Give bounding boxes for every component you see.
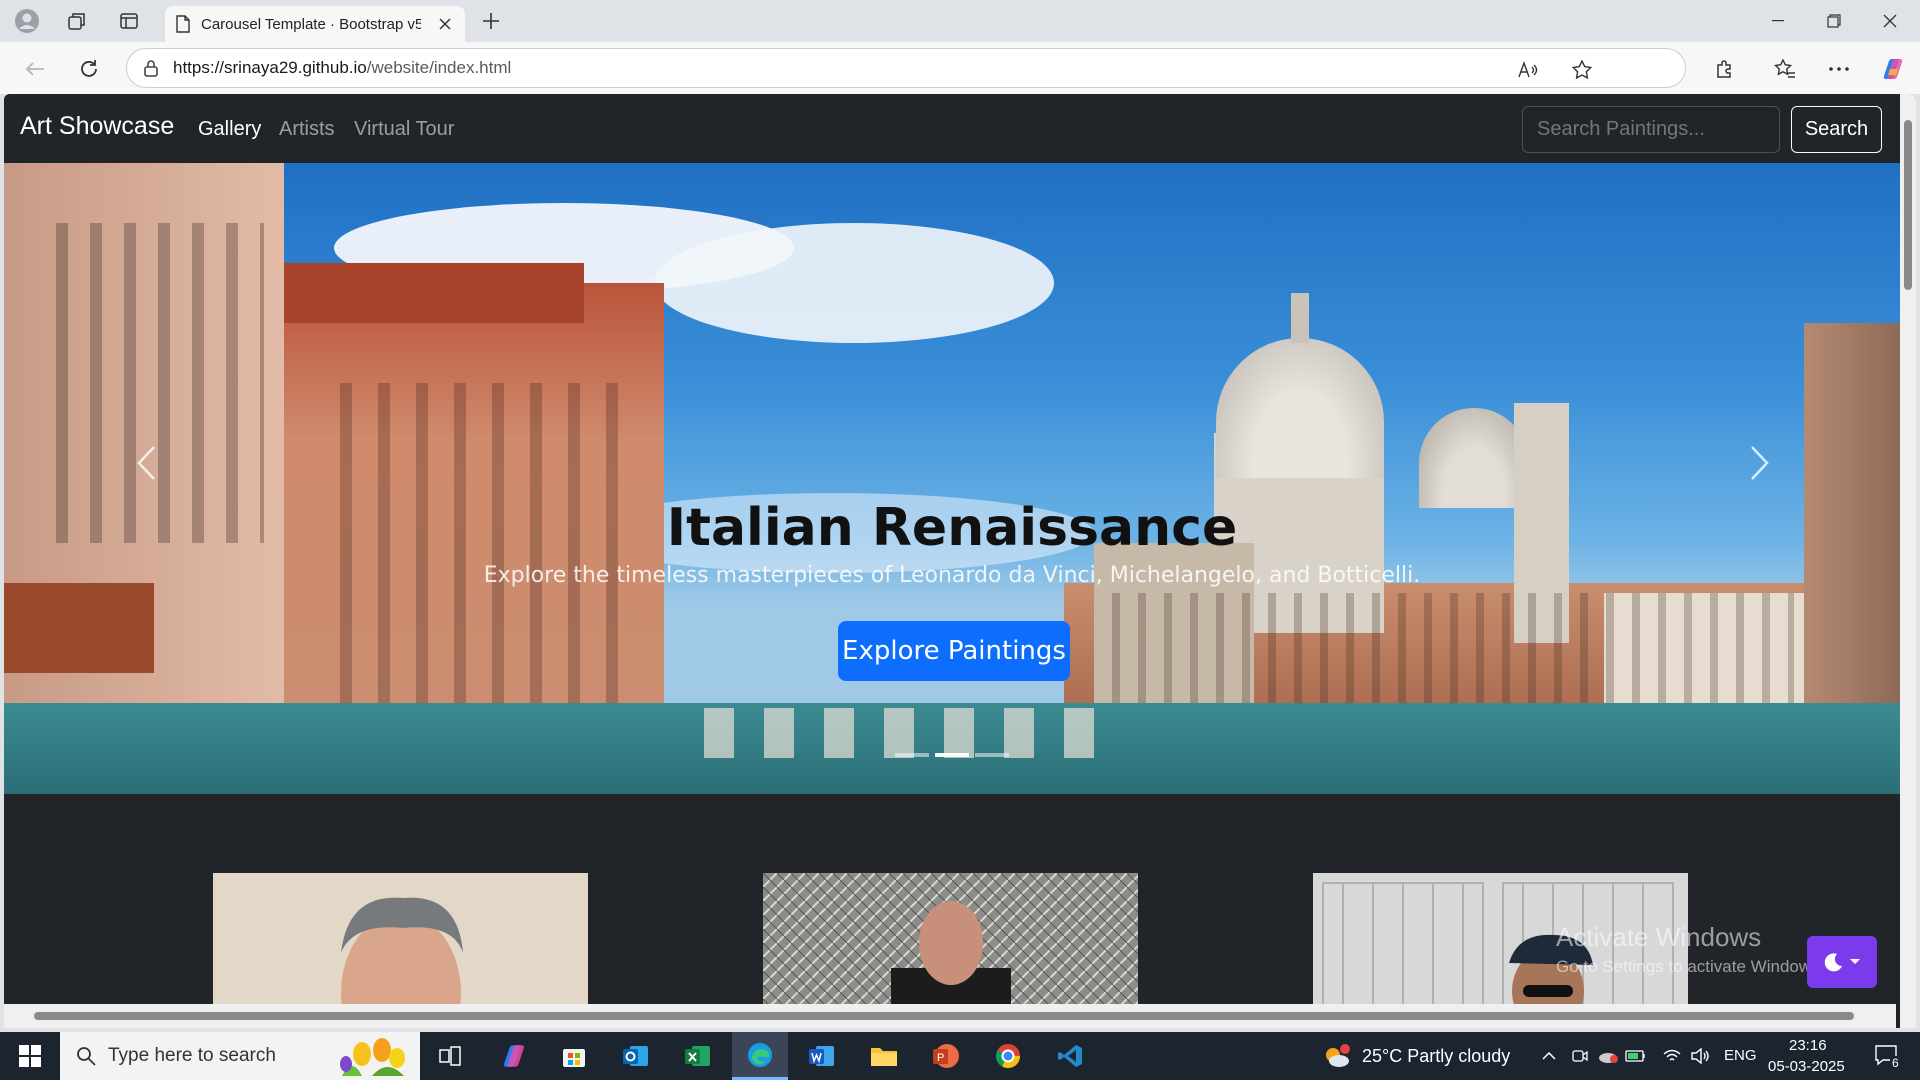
clock-time[interactable]: 23:16 xyxy=(1789,1037,1827,1054)
extensions-icon[interactable] xyxy=(1710,54,1740,84)
dome-shape xyxy=(1419,408,1529,508)
nav-link-artists[interactable]: Artists xyxy=(279,118,335,141)
search-button[interactable]: Search xyxy=(1791,106,1882,153)
wifi-icon[interactable] xyxy=(1658,1032,1686,1080)
clock-date[interactable]: 05-03-2025 xyxy=(1768,1058,1845,1075)
excel-icon[interactable] xyxy=(670,1032,726,1080)
profile-icon[interactable] xyxy=(12,6,42,36)
page-icon xyxy=(176,15,190,33)
favorites-icon[interactable] xyxy=(1770,54,1800,84)
weather-icon[interactable] xyxy=(1316,1032,1356,1080)
language-indicator[interactable]: ENG xyxy=(1724,1047,1757,1064)
nav-link-gallery[interactable]: Gallery xyxy=(198,118,261,141)
browser-tab[interactable]: Carousel Template · Bootstrap v5. xyxy=(165,6,465,42)
url-field[interactable]: https://srinaya29.github.io/website/inde… xyxy=(126,48,1686,88)
carousel-subtitle: Explore the timeless masterpieces of Leo… xyxy=(483,563,1421,588)
search-icon xyxy=(77,1047,96,1066)
outlook-icon[interactable] xyxy=(608,1032,664,1080)
lantern-shape xyxy=(1291,293,1309,343)
workspaces-icon[interactable] xyxy=(62,6,92,36)
more-options-icon[interactable] xyxy=(1824,54,1854,84)
url-text: https://srinaya29.github.io/website/inde… xyxy=(173,58,512,77)
search-paintings-input[interactable] xyxy=(1522,106,1780,153)
notifications-icon[interactable]: 6 xyxy=(1864,1032,1910,1080)
carousel-prev-icon[interactable] xyxy=(116,433,176,493)
carousel-indicator[interactable] xyxy=(975,753,1009,757)
volume-icon[interactable] xyxy=(1686,1032,1714,1080)
explore-paintings-button[interactable]: Explore Paintings xyxy=(838,621,1070,681)
activate-windows-watermark: Activate Windows Go to Settings to activ… xyxy=(1556,922,1824,977)
windows-pattern xyxy=(34,223,264,543)
brand-link[interactable]: Art Showcase xyxy=(20,112,174,141)
read-aloud-icon[interactable] xyxy=(1513,55,1543,85)
windows-pattern xyxy=(1094,593,1794,703)
carousel-indicators xyxy=(4,753,1900,757)
horizontal-scroll-thumb[interactable] xyxy=(34,1012,1854,1020)
show-hidden-icons[interactable] xyxy=(1534,1032,1564,1080)
windows-taskbar: Type here to search P 25°C Partly cloudy xyxy=(0,1032,1920,1080)
chrome-icon[interactable] xyxy=(980,1032,1036,1080)
taskbar-search-box[interactable]: Type here to search xyxy=(60,1032,420,1080)
theme-toggle-button[interactable] xyxy=(1807,936,1877,988)
carousel-indicator[interactable] xyxy=(895,753,929,757)
roof-shape xyxy=(284,263,584,323)
cloud-shape xyxy=(654,223,1054,343)
windows-start-icon[interactable] xyxy=(2,1032,58,1080)
close-tab-icon[interactable] xyxy=(435,14,455,34)
tulips-icon xyxy=(340,1038,405,1076)
notification-count-badge: 6 xyxy=(1890,1056,1901,1070)
carousel-title: Italian Renaissance xyxy=(666,498,1238,558)
site-navbar: Art Showcase Gallery Artists Virtual Tou… xyxy=(4,94,1900,163)
onedrive-icon[interactable] xyxy=(1594,1032,1622,1080)
maximize-icon[interactable] xyxy=(1806,0,1862,42)
minimize-icon[interactable] xyxy=(1750,0,1806,42)
copilot-icon[interactable] xyxy=(1878,54,1908,84)
favorite-star-icon[interactable] xyxy=(1567,55,1597,85)
back-icon[interactable] xyxy=(20,54,50,84)
word-icon[interactable] xyxy=(794,1032,850,1080)
lock-icon[interactable] xyxy=(143,59,159,77)
microsoft-store-icon[interactable] xyxy=(546,1032,602,1080)
copilot-taskbar-icon[interactable] xyxy=(486,1032,542,1080)
nav-link-virtual-tour[interactable]: Virtual Tour xyxy=(354,118,454,141)
horizontal-scrollbar[interactable] xyxy=(4,1004,1896,1028)
battery-icon[interactable] xyxy=(1622,1032,1650,1080)
carousel-indicator[interactable] xyxy=(935,753,969,757)
new-tab-icon[interactable] xyxy=(476,6,506,36)
task-view-icon[interactable] xyxy=(422,1032,478,1080)
taskbar-search-placeholder: Type here to search xyxy=(108,1045,276,1066)
svg-text:P: P xyxy=(937,1052,944,1064)
edge-browser-icon[interactable] xyxy=(732,1032,788,1080)
chevron-down-icon xyxy=(1850,959,1860,964)
vertical-scroll-thumb[interactable] xyxy=(1904,120,1912,290)
vscode-icon[interactable] xyxy=(1042,1032,1098,1080)
tab-title: Carousel Template · Bootstrap v5. xyxy=(201,15,421,33)
address-toolbar: https://srinaya29.github.io/website/inde… xyxy=(0,42,1920,94)
file-explorer-icon[interactable] xyxy=(856,1032,912,1080)
browser-tab-bar: Carousel Template · Bootstrap v5. xyxy=(0,0,1920,42)
watermark-title: Activate Windows xyxy=(1556,922,1762,952)
powerpoint-icon[interactable]: P xyxy=(918,1032,974,1080)
awning-shape xyxy=(4,583,154,673)
hero-carousel: Italian Renaissance Explore the timeless… xyxy=(4,163,1900,794)
page-viewport: Art Showcase Gallery Artists Virtual Tou… xyxy=(4,94,1916,1028)
vertical-scrollbar[interactable] xyxy=(1900,94,1916,1028)
moon-icon xyxy=(1824,953,1842,972)
watermark-subtitle: Go to Settings to activate Windows. xyxy=(1556,957,1825,976)
close-window-icon[interactable] xyxy=(1862,0,1918,42)
meet-now-icon[interactable] xyxy=(1566,1032,1594,1080)
refresh-icon[interactable] xyxy=(74,54,104,84)
vertical-tabs-icon[interactable] xyxy=(114,6,144,36)
boats-shape xyxy=(704,708,1124,758)
carousel-next-icon[interactable] xyxy=(1730,433,1790,493)
weather-text[interactable]: 25°C Partly cloudy xyxy=(1362,1046,1510,1067)
